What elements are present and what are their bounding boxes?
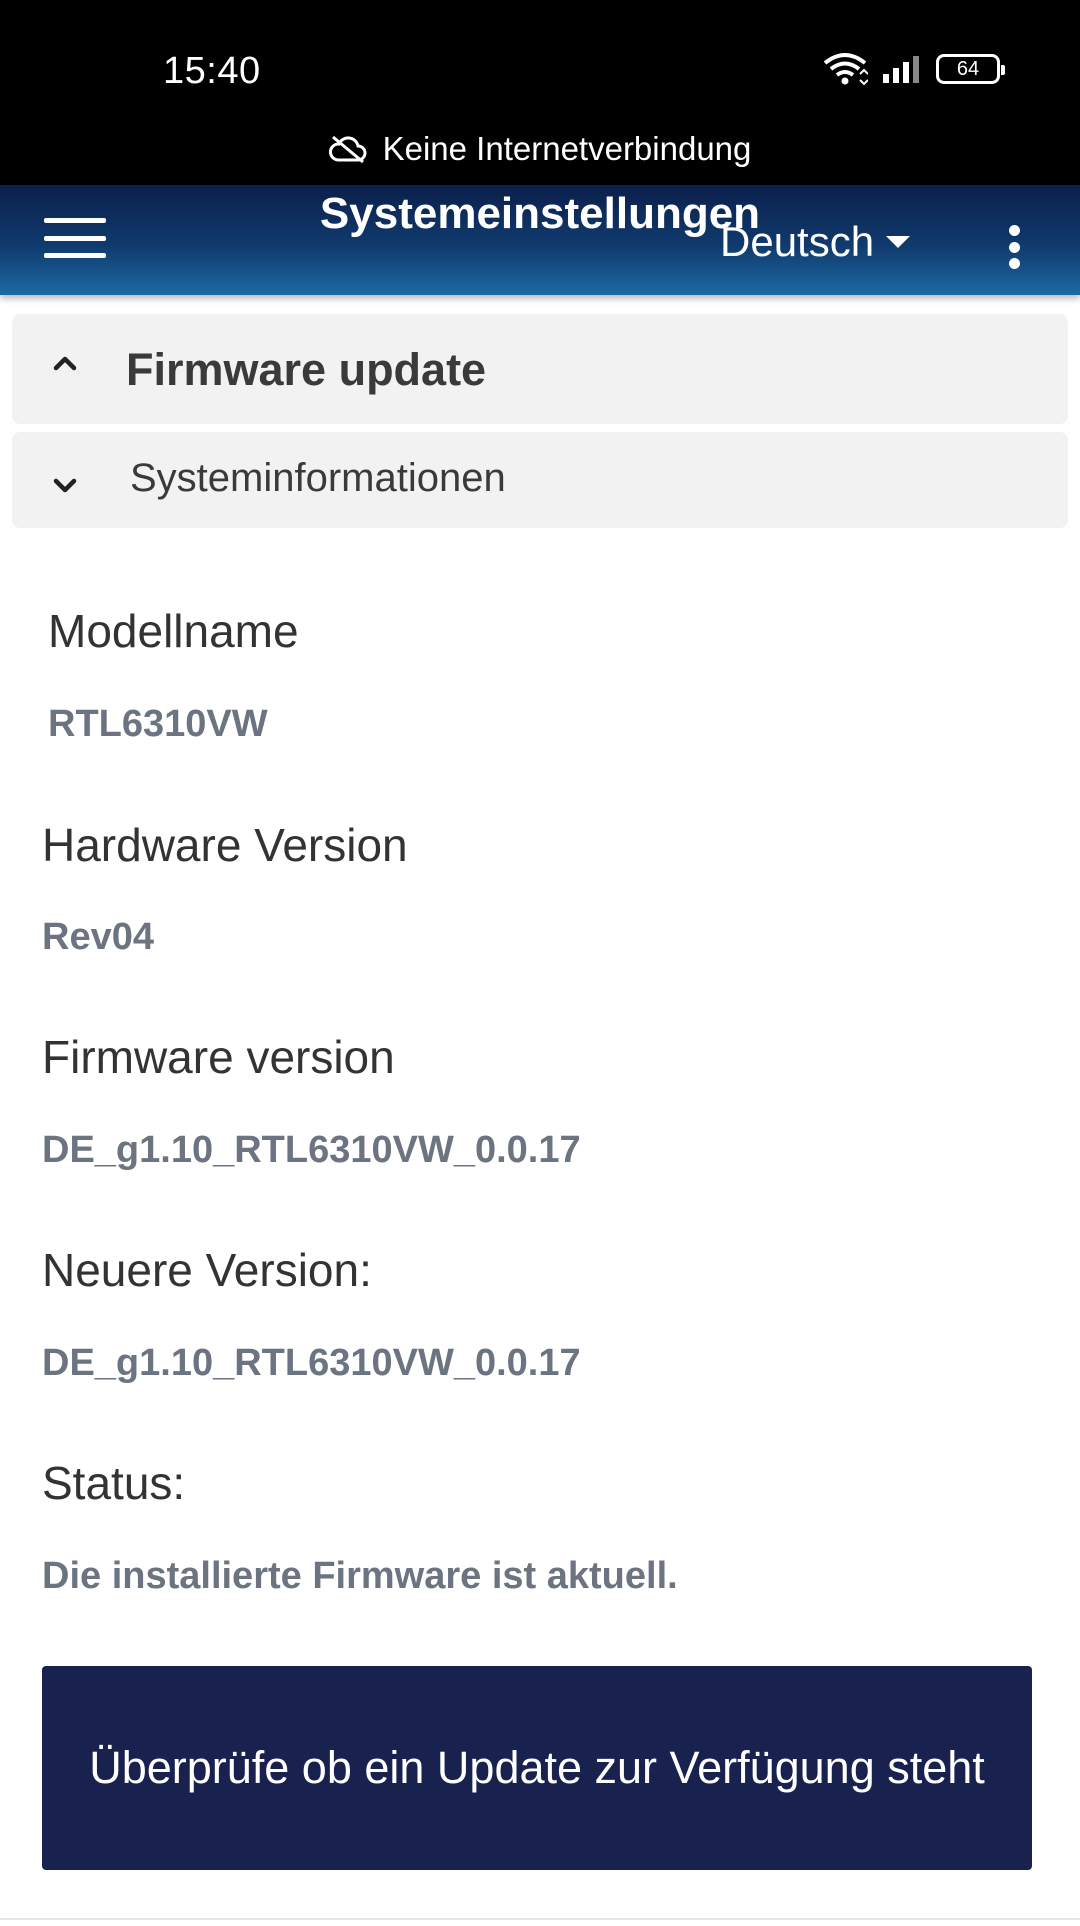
- wifi-icon: [823, 53, 868, 86]
- caret-down-icon: [886, 236, 911, 248]
- app-bar: Systemeinstellungen Deutsch: [0, 185, 1080, 295]
- language-dropdown[interactable]: Deutsch: [720, 218, 911, 266]
- cloud-off-icon: [328, 135, 367, 164]
- chevron-up-icon: [53, 356, 77, 371]
- divider: [0, 1918, 1080, 1920]
- check-update-button[interactable]: Überprüfe ob ein Update zur Verfügung st…: [42, 1666, 1032, 1870]
- newer-version-value: DE_g1.10_RTL6310VW_0.0.17: [42, 1342, 581, 1384]
- firmware-version-label: Firmware version: [42, 1031, 395, 1083]
- battery-level: 64: [956, 57, 980, 80]
- language-label: Deutsch: [720, 218, 875, 265]
- system-info-title: Systeminformationen: [130, 456, 506, 500]
- firmware-update-title: Firmware update: [126, 344, 487, 395]
- firmware-version-value: DE_g1.10_RTL6310VW_0.0.17: [42, 1129, 581, 1171]
- hardware-version-label: Hardware Version: [42, 819, 408, 871]
- firmware-update-section-header[interactable]: Firmware update: [12, 314, 1068, 424]
- model-name-label: Modellname: [48, 605, 299, 657]
- page-title: Systemeinstellungen: [319, 189, 761, 238]
- offline-notice: Keine Internetverbindung: [0, 130, 1080, 168]
- signal-icon: [883, 56, 919, 83]
- offline-text: Keine Internetverbindung: [382, 130, 752, 167]
- check-update-label: Überprüfe ob ein Update zur Verfügung st…: [89, 1742, 985, 1793]
- status-bar: 15:40 64 Keine Internetverbindung: [0, 0, 1080, 185]
- battery-icon: 64: [936, 54, 1005, 84]
- hardware-version-value: Rev04: [42, 916, 154, 958]
- newer-version-label: Neuere Version:: [42, 1244, 372, 1296]
- status-label: Status:: [42, 1457, 186, 1509]
- model-name-value: RTL6310VW: [48, 703, 268, 745]
- status-time: 15:40: [163, 50, 261, 92]
- status-icons: 64: [822, 52, 1005, 86]
- system-info-section-header[interactable]: Systeminformationen: [12, 432, 1068, 528]
- more-options-icon[interactable]: [1004, 225, 1024, 269]
- chevron-down-icon: [53, 478, 77, 493]
- status-value: Die installierte Firmware ist aktuell.: [42, 1555, 678, 1597]
